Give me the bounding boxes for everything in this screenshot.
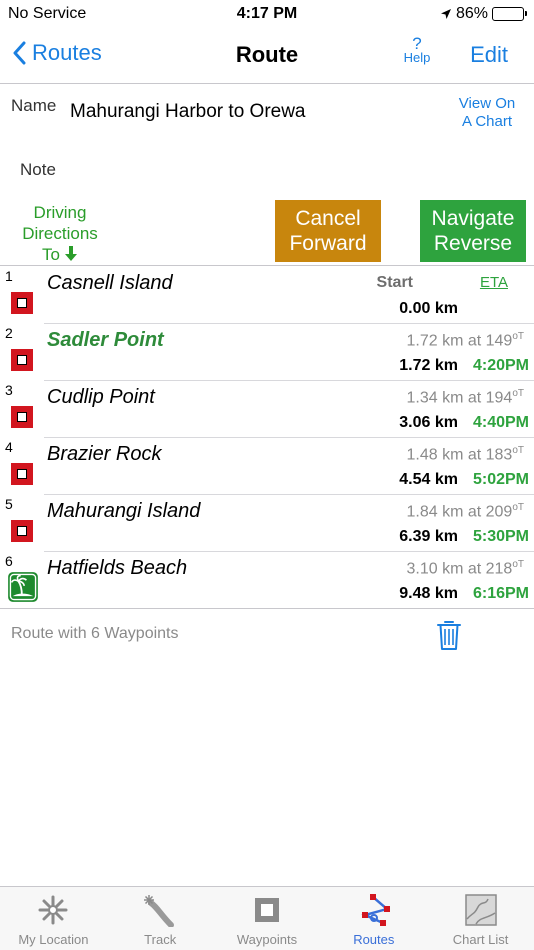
red-square-icon (11, 520, 33, 542)
cancel-line2: Forward (289, 232, 367, 255)
battery-percent: 86% (455, 5, 488, 22)
battery-icon (492, 7, 527, 21)
driving-line3: To (42, 245, 60, 264)
my-location-icon (38, 895, 68, 925)
cumulative-distance: 3.06 km (399, 414, 458, 431)
waypoint-number: 6 (5, 553, 13, 569)
tab-bar: My Location Track Waypoints Routes Chart… (0, 886, 534, 950)
tab-track[interactable]: Track (107, 887, 214, 950)
location-arrow-icon (440, 9, 451, 19)
status-right: 86% (440, 5, 527, 23)
list-item[interactable]: 5 Mahurangi Island 1.84 km at 209oT 6.39… (0, 494, 534, 551)
status-bar: No Service 4:17 PM 86% (0, 0, 534, 28)
leg-text: 1.34 km at 194 (406, 389, 513, 407)
navigate-reverse-button[interactable]: Navigate Reverse (420, 200, 526, 262)
true-degrees-unit: oT (512, 559, 524, 570)
start-header: Start (376, 274, 413, 291)
true-degrees-unit: oT (512, 331, 524, 342)
list-item[interactable]: 2 Sadler Point 1.72 km at 149oT 1.72 km … (0, 323, 534, 380)
waypoint-number: 1 (5, 268, 13, 284)
tab-chart-list[interactable]: Chart List (427, 887, 534, 950)
help-label: Help (403, 50, 431, 65)
edit-button[interactable]: Edit (470, 42, 508, 68)
route-summary: Route with 6 Waypoints (11, 625, 179, 642)
cumulative-distance: 1.72 km (399, 357, 458, 374)
waypoint-number: 4 (5, 439, 13, 455)
leg-text: 1.84 km at 209 (406, 503, 513, 521)
list-item[interactable]: 1 Casnell Island Start ETA 0.00 km (0, 266, 534, 323)
trash-icon[interactable] (436, 619, 462, 651)
name-label: Name (11, 96, 57, 115)
leg-text: 1.48 km at 183 (406, 446, 513, 464)
view-chart-line1: View On (458, 95, 516, 112)
eta-value: 5:30PM (472, 528, 529, 545)
eta-value: 6:16PM (472, 585, 529, 602)
leg-text: 3.10 km at 218 (406, 560, 513, 578)
leg-distance-bearing: 1.48 km at 183oT (406, 445, 524, 464)
eta-value: 5:02PM (472, 471, 529, 488)
routes-icon (361, 894, 390, 926)
true-degrees-unit: oT (512, 445, 524, 456)
waypoint-name: Mahurangi Island (47, 500, 201, 522)
waypoint-number: 2 (5, 325, 13, 341)
waypoint-name: Brazier Rock (47, 443, 162, 465)
view-on-chart-button[interactable]: View On A Chart (452, 95, 522, 131)
tab-label: Routes (353, 932, 395, 947)
leg-distance-bearing: 1.72 km at 149oT (406, 331, 524, 350)
chart-list-icon (464, 894, 497, 926)
leg-distance-bearing: 1.34 km at 194oT (406, 388, 524, 407)
waypoint-name: Cudlip Point (47, 386, 155, 408)
driving-line2: Directions (22, 224, 98, 243)
route-name-field[interactable]: Mahurangi Harbor to Orewa (70, 101, 306, 123)
track-icon (144, 895, 175, 927)
true-degrees-unit: oT (512, 502, 524, 513)
leg-distance-bearing: 3.10 km at 218oT (406, 559, 524, 578)
arrow-down-icon (64, 246, 77, 261)
navigate-line1: Navigate (431, 207, 515, 230)
tab-waypoints[interactable]: Waypoints (214, 887, 321, 950)
waypoint-number: 3 (5, 382, 13, 398)
tab-label: My Location (18, 932, 89, 947)
beach-icon (8, 572, 38, 602)
note-field[interactable]: Note (20, 160, 56, 180)
driving-directions-button[interactable]: Driving Directions To (14, 202, 106, 265)
list-item[interactable]: 4 Brazier Rock 1.48 km at 183oT 4.54 km … (0, 437, 534, 494)
list-item[interactable]: 6 Hatfields Beach 3.10 km at 218oT 9.48 … (0, 551, 534, 608)
red-square-icon (11, 292, 33, 314)
waypoint-name: Sadler Point (47, 329, 164, 351)
eta-header-link[interactable]: ETA (480, 274, 508, 291)
navigation-bar: Routes Route ? Help Edit (0, 28, 534, 84)
waypoint-name: Casnell Island (47, 272, 173, 294)
driving-line1: Driving (33, 203, 87, 222)
waypoint-name: Hatfields Beach (47, 557, 188, 579)
red-square-icon (11, 406, 33, 428)
help-button[interactable]: ? Help (400, 34, 434, 65)
leg-distance-bearing: 1.84 km at 209oT (406, 502, 524, 521)
page-title: Route (235, 42, 299, 67)
tab-label: Waypoints (236, 932, 298, 947)
waypoints-icon (254, 898, 279, 922)
cumulative-distance: 9.48 km (399, 585, 458, 602)
cancel-line1: Cancel (295, 207, 361, 230)
help-icon: ? (412, 34, 422, 53)
eta-value: 4:20PM (472, 357, 529, 374)
cumulative-distance: 6.39 km (399, 528, 458, 545)
cancel-forward-button[interactable]: Cancel Forward (275, 200, 381, 262)
view-chart-line2: A Chart (461, 113, 513, 130)
tab-my-location[interactable]: My Location (0, 887, 107, 950)
red-square-icon (11, 463, 33, 485)
tab-label: Track (144, 932, 177, 947)
list-item[interactable]: 3 Cudlip Point 1.34 km at 194oT 3.06 km … (0, 380, 534, 437)
waypoint-number: 5 (5, 496, 13, 512)
tab-routes[interactable]: Routes (320, 887, 427, 950)
red-square-icon (11, 349, 33, 371)
cumulative-distance: 0.00 km (399, 300, 458, 317)
cumulative-distance: 4.54 km (399, 471, 458, 488)
navigate-line2: Reverse (433, 232, 513, 255)
tab-label: Chart List (452, 932, 509, 947)
eta-value: 4:40PM (472, 414, 529, 431)
true-degrees-unit: oT (512, 388, 524, 399)
leg-text: 1.72 km at 149 (406, 332, 513, 350)
waypoint-list: 1 Casnell Island Start ETA 0.00 km 2 Sad… (0, 265, 534, 609)
